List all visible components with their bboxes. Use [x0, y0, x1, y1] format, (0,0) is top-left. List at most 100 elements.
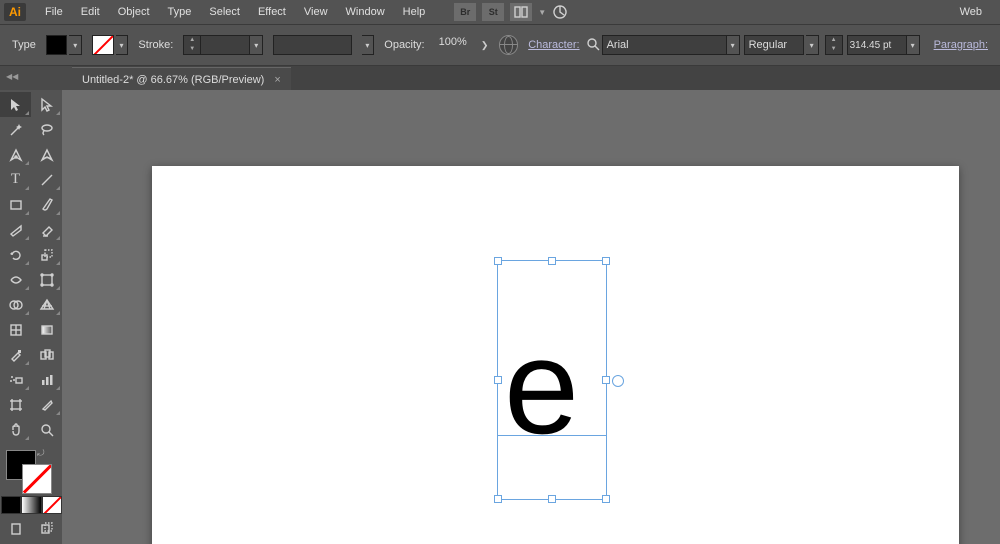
- menu-type[interactable]: Type: [159, 6, 201, 18]
- opacity-value[interactable]: 100%: [435, 36, 479, 54]
- options-bar: Type ▾ ▾ Stroke: ▲▼ ▾ ▾ Opacity: 100% ❯ …: [0, 25, 1000, 66]
- gradient-tool[interactable]: [31, 317, 62, 342]
- eraser-tool[interactable]: [31, 217, 62, 242]
- font-family-field[interactable]: Arial: [602, 35, 727, 55]
- recolor-artwork-icon[interactable]: [499, 35, 519, 55]
- magic-wand-tool[interactable]: [0, 117, 31, 142]
- type-tool[interactable]: T: [0, 167, 31, 192]
- font-search-icon[interactable]: [584, 36, 602, 55]
- chevron-down-icon[interactable]: ▼: [538, 8, 546, 17]
- opacity-label: Opacity:: [384, 39, 424, 51]
- font-size-stepper[interactable]: ▲▼: [825, 35, 843, 55]
- font-family-dropdown[interactable]: ▾: [727, 35, 740, 55]
- font-size-field[interactable]: 314.45 pt: [847, 35, 907, 55]
- mesh-tool[interactable]: [0, 317, 31, 342]
- fill-color-swatch[interactable]: [46, 35, 68, 55]
- text-content[interactable]: e: [504, 286, 579, 489]
- stock-icon[interactable]: St: [482, 3, 504, 21]
- toolbox: T: [0, 90, 62, 544]
- perspective-grid-tool[interactable]: [31, 292, 62, 317]
- menu-window[interactable]: Window: [337, 6, 394, 18]
- opacity-dropdown[interactable]: ❯: [479, 40, 491, 51]
- symbol-sprayer-tool[interactable]: [0, 367, 31, 392]
- text-outport-icon[interactable]: [612, 375, 624, 387]
- hand-tool[interactable]: [0, 417, 31, 442]
- draw-behind-mode[interactable]: [31, 516, 62, 541]
- stroke-color-swatch[interactable]: [92, 35, 114, 55]
- active-tool-label: Type: [12, 39, 36, 51]
- document-tab[interactable]: Untitled-2* @ 66.67% (RGB/Preview) ×: [72, 67, 291, 92]
- handle-middle-left[interactable]: [494, 376, 502, 384]
- app-logo: Ai: [4, 3, 26, 21]
- blend-tool[interactable]: [31, 342, 62, 367]
- shape-builder-tool[interactable]: [0, 292, 31, 317]
- curvature-tool[interactable]: [31, 142, 62, 167]
- handle-top-right[interactable]: [602, 257, 610, 265]
- handle-top-left[interactable]: [494, 257, 502, 265]
- toolbox-collapse-handle[interactable]: ◀◀: [0, 64, 78, 88]
- handle-middle-right[interactable]: [602, 376, 610, 384]
- canvas[interactable]: e: [62, 90, 1000, 544]
- handle-bottom-middle[interactable]: [548, 495, 556, 503]
- paintbrush-tool[interactable]: [31, 192, 62, 217]
- arrange-documents-icon[interactable]: [510, 3, 532, 21]
- stroke-weight-field[interactable]: [201, 35, 250, 55]
- menu-view[interactable]: View: [295, 6, 337, 18]
- color-mode-none[interactable]: [42, 496, 62, 514]
- gpu-preview-icon[interactable]: [552, 4, 568, 20]
- menu-select[interactable]: Select: [200, 6, 249, 18]
- shaper-tool[interactable]: [0, 217, 31, 242]
- handle-top-middle[interactable]: [548, 257, 556, 265]
- font-family-value: Arial: [607, 39, 629, 51]
- menu-object[interactable]: Object: [109, 6, 159, 18]
- lasso-tool[interactable]: [31, 117, 62, 142]
- font-style-dropdown[interactable]: ▾: [806, 35, 819, 55]
- selection-tool[interactable]: [0, 92, 31, 117]
- font-size-dropdown[interactable]: ▾: [907, 35, 920, 55]
- rectangle-tool[interactable]: [0, 192, 31, 217]
- color-mode-gradient[interactable]: [21, 496, 41, 514]
- free-transform-tool[interactable]: [31, 267, 62, 292]
- character-panel-link[interactable]: Character:: [528, 39, 579, 51]
- baseline-indicator: [498, 435, 606, 436]
- scale-tool[interactable]: [31, 242, 62, 267]
- brush-definition-dropdown[interactable]: ▾: [362, 35, 375, 55]
- bridge-icon[interactable]: Br: [454, 3, 476, 21]
- draw-normal-mode[interactable]: [0, 516, 31, 541]
- document-tab-bar: Untitled-2* @ 66.67% (RGB/Preview) ×: [72, 66, 1000, 92]
- handle-bottom-right[interactable]: [602, 495, 610, 503]
- direct-selection-tool[interactable]: [31, 92, 62, 117]
- handle-bottom-left[interactable]: [494, 495, 502, 503]
- eyedropper-tool[interactable]: [0, 342, 31, 367]
- rotate-tool[interactable]: [0, 242, 31, 267]
- fill-color-dropdown[interactable]: ▾: [69, 35, 82, 55]
- swap-fill-stroke-icon[interactable]: ⤾: [37, 448, 45, 459]
- width-tool[interactable]: [0, 267, 31, 292]
- menu-help[interactable]: Help: [394, 6, 435, 18]
- stroke-weight-dropdown[interactable]: ▾: [250, 35, 263, 55]
- close-tab-icon[interactable]: ×: [274, 74, 280, 86]
- zoom-tool[interactable]: [31, 417, 62, 442]
- column-graph-tool[interactable]: [31, 367, 62, 392]
- menu-edit[interactable]: Edit: [72, 6, 109, 18]
- menu-effect[interactable]: Effect: [249, 6, 295, 18]
- font-style-value: Regular: [749, 39, 788, 51]
- slice-tool[interactable]: [31, 392, 62, 417]
- line-segment-tool[interactable]: [31, 167, 62, 192]
- main-area: T: [0, 90, 1000, 544]
- menu-file[interactable]: File: [36, 6, 72, 18]
- stroke-swatch[interactable]: [22, 464, 52, 494]
- paragraph-panel-link[interactable]: Paragraph:: [934, 39, 988, 51]
- artboard-tool[interactable]: [0, 392, 31, 417]
- fill-stroke-controls: ⤾: [0, 446, 62, 494]
- font-style-field[interactable]: Regular: [744, 35, 804, 55]
- workspace-switcher[interactable]: Web: [960, 6, 982, 18]
- stroke-weight-label: Stroke:: [138, 39, 173, 51]
- stroke-weight-stepper[interactable]: ▲▼: [183, 35, 201, 55]
- stroke-color-dropdown[interactable]: ▾: [116, 35, 129, 55]
- pen-tool[interactable]: [0, 142, 31, 167]
- font-size-value: 314.45 pt: [850, 40, 892, 51]
- text-frame-selection[interactable]: e: [497, 260, 607, 500]
- brush-definition[interactable]: [273, 35, 351, 55]
- color-mode-solid[interactable]: [1, 496, 21, 514]
